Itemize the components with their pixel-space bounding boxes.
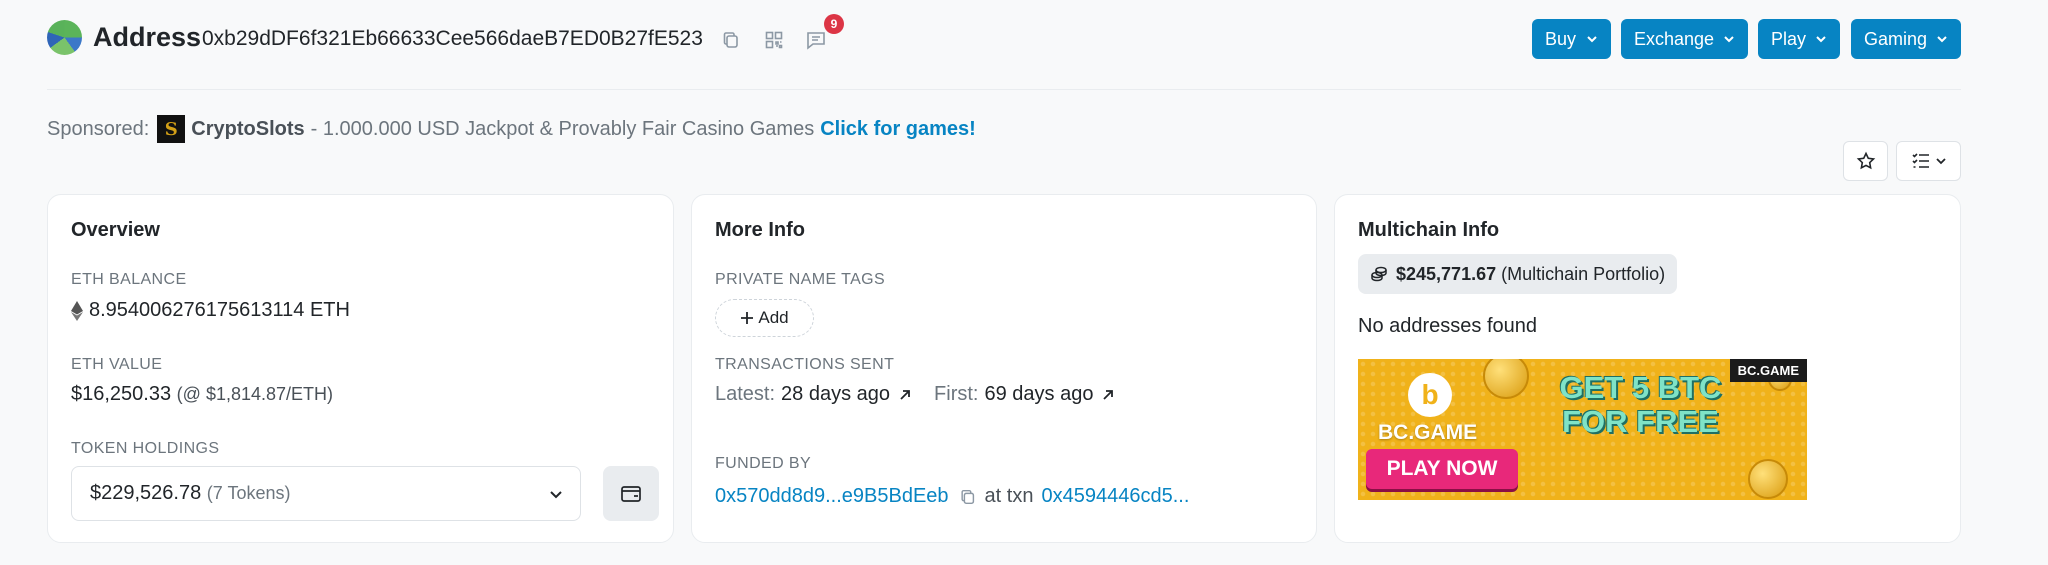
banner-play-now-button[interactable]: PLAY NOW xyxy=(1366,449,1518,489)
cryptoslots-logo: S xyxy=(157,115,186,143)
transactions-sent-label: TRANSACTIONS SENT xyxy=(715,356,895,373)
buy-label: Buy xyxy=(1545,28,1577,49)
latest-label: Latest: xyxy=(715,383,776,405)
sponsored-prefix: Sponsored: xyxy=(47,117,150,140)
wallet-view-button[interactable] xyxy=(603,466,659,521)
first-label: First: xyxy=(934,383,979,405)
funded-by-row: 0x570dd8d9...e9B5BdEeb at txn 0x4594446c… xyxy=(715,485,1189,508)
gaming-dropdown-button[interactable]: Gaming xyxy=(1851,19,1961,59)
first-value: 69 days ago xyxy=(984,383,1094,405)
chevron-down-icon xyxy=(1724,36,1734,43)
funded-by-label: FUNDED BY xyxy=(715,455,812,472)
banner-corner-brand: BC.GAME xyxy=(1729,359,1807,382)
copy-icon[interactable] xyxy=(959,488,977,506)
funding-txn-link[interactable]: 0x4594446cd5... xyxy=(1041,485,1189,508)
chevron-down-icon xyxy=(1937,36,1947,43)
banner-brand: BC.GAME xyxy=(1378,421,1478,444)
list-options-button[interactable] xyxy=(1896,141,1961,181)
ethereum-icon xyxy=(71,300,83,321)
copy-icon xyxy=(723,32,738,48)
chevron-down-icon xyxy=(1816,36,1826,43)
header-divider xyxy=(47,89,1961,90)
banner-headline: GET 5 BTC FOR FREE xyxy=(1559,370,1722,439)
bc-game-logo-icon: b xyxy=(1408,373,1452,417)
overview-title: Overview xyxy=(71,219,160,241)
wallet-icon xyxy=(621,485,641,502)
sponsor-text: - 1.000.000 USD Jackpot & Provably Fair … xyxy=(310,117,815,140)
eth-value-label: ETH VALUE xyxy=(71,356,163,373)
chevron-down-icon xyxy=(550,490,562,498)
address-hash: 0xb29dDF6f321Eb66633Cee566daeB7ED0B27fE5… xyxy=(202,27,703,50)
bc-game-ad-banner[interactable]: b BC.GAME PLAY NOW GET 5 BTC FOR FREE BC… xyxy=(1358,359,1807,500)
sponsored-banner: Sponsored: S CryptoSlots - 1.000.000 USD… xyxy=(47,115,976,143)
notification-badge: 9 xyxy=(824,14,844,34)
private-name-tags-label: PRIVATE NAME TAGS xyxy=(715,271,886,288)
bitcoin-coin-icon xyxy=(1483,359,1529,399)
portfolio-label: (Multichain Portfolio) xyxy=(1501,263,1666,284)
add-name-tag-button[interactable]: Add xyxy=(715,299,814,337)
funded-by-address-link[interactable]: 0x570dd8d9...e9B5BdEeb xyxy=(715,485,949,508)
chevron-down-icon xyxy=(1587,36,1597,43)
arrow-up-right-icon[interactable] xyxy=(898,388,912,402)
list-check-icon xyxy=(1911,153,1929,168)
gaming-label: Gaming xyxy=(1864,28,1928,49)
more-info-card: More Info PRIVATE NAME TAGS Add TRANSACT… xyxy=(691,194,1317,543)
plus-icon xyxy=(741,312,754,324)
sponsor-brand: CryptoSlots xyxy=(191,117,305,140)
token-holdings-count: (7 Tokens) xyxy=(206,483,291,503)
at-txn-label: at txn xyxy=(984,485,1034,507)
page-title: Address xyxy=(93,22,202,52)
sponsor-cta-link[interactable]: Click for games! xyxy=(820,118,976,141)
multichain-info-card: Multichain Info $245,771.67 (Multichain … xyxy=(1334,194,1961,543)
more-info-title: More Info xyxy=(715,219,805,241)
overview-card: Overview ETH BALANCE 8.95400627617561311… xyxy=(47,194,674,543)
qr-code-button[interactable] xyxy=(761,27,787,53)
eth-balance-row: 8.954006276175613114 ETH xyxy=(71,299,350,322)
latest-value: 28 days ago xyxy=(781,383,891,405)
portfolio-value: $245,771.67 xyxy=(1396,263,1497,284)
star-icon xyxy=(1856,151,1875,170)
eth-value-row: $16,250.33 (@ $1,814.87/ETH) xyxy=(71,383,333,406)
multichain-portfolio-button[interactable]: $245,771.67 (Multichain Portfolio) xyxy=(1358,254,1678,294)
favorite-button[interactable] xyxy=(1843,141,1888,181)
transactions-sent-row: Latest: 28 days ago First: 69 days ago xyxy=(715,383,1115,406)
coins-stack-icon xyxy=(1371,266,1387,282)
address-avatar xyxy=(47,20,82,55)
no-addresses-text: No addresses found xyxy=(1358,315,1538,337)
exchange-label: Exchange xyxy=(1634,28,1715,49)
add-label: Add xyxy=(758,308,789,327)
play-dropdown-button[interactable]: Play xyxy=(1758,19,1840,59)
comment-icon xyxy=(807,32,825,50)
eth-balance-value: 8.954006276175613114 ETH xyxy=(89,299,350,321)
token-holdings-value: $229,526.78 xyxy=(90,482,202,504)
eth-price: (@ $1,814.87/ETH) xyxy=(176,384,334,404)
play-label: Play xyxy=(1771,28,1807,49)
buy-dropdown-button[interactable]: Buy xyxy=(1532,19,1611,59)
eth-value: $16,250.33 xyxy=(71,383,172,405)
bitcoin-coin-icon xyxy=(1748,459,1788,499)
arrow-up-right-icon[interactable] xyxy=(1101,388,1115,402)
exchange-dropdown-button[interactable]: Exchange xyxy=(1621,19,1748,59)
token-holdings-label: TOKEN HOLDINGS xyxy=(71,440,220,457)
qr-code-icon xyxy=(765,31,783,49)
chevron-down-icon xyxy=(1935,158,1946,165)
multichain-info-title: Multichain Info xyxy=(1358,219,1500,241)
token-holdings-dropdown[interactable]: $229,526.78 (7 Tokens) xyxy=(71,466,581,521)
eth-balance-label: ETH BALANCE xyxy=(71,271,187,288)
comments-button[interactable] xyxy=(803,27,829,53)
copy-address-button[interactable] xyxy=(718,27,744,53)
